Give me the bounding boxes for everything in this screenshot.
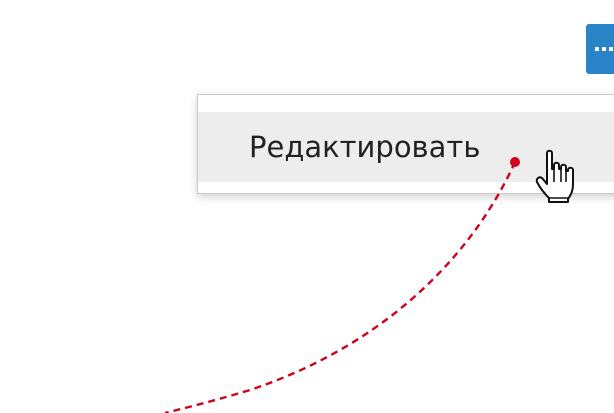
context-menu: Редактировать: [197, 94, 614, 194]
annotation-overlay: [164, 149, 574, 413]
more-dots-icon: [595, 47, 613, 51]
menu-item-edit[interactable]: Редактировать: [198, 112, 614, 182]
menu-item-edit-label: Редактировать: [249, 130, 481, 164]
more-actions-button[interactable]: [586, 24, 614, 74]
dashed-annotation-arrow: [164, 161, 517, 413]
screenshot-stage: Редактировать: [0, 0, 614, 413]
